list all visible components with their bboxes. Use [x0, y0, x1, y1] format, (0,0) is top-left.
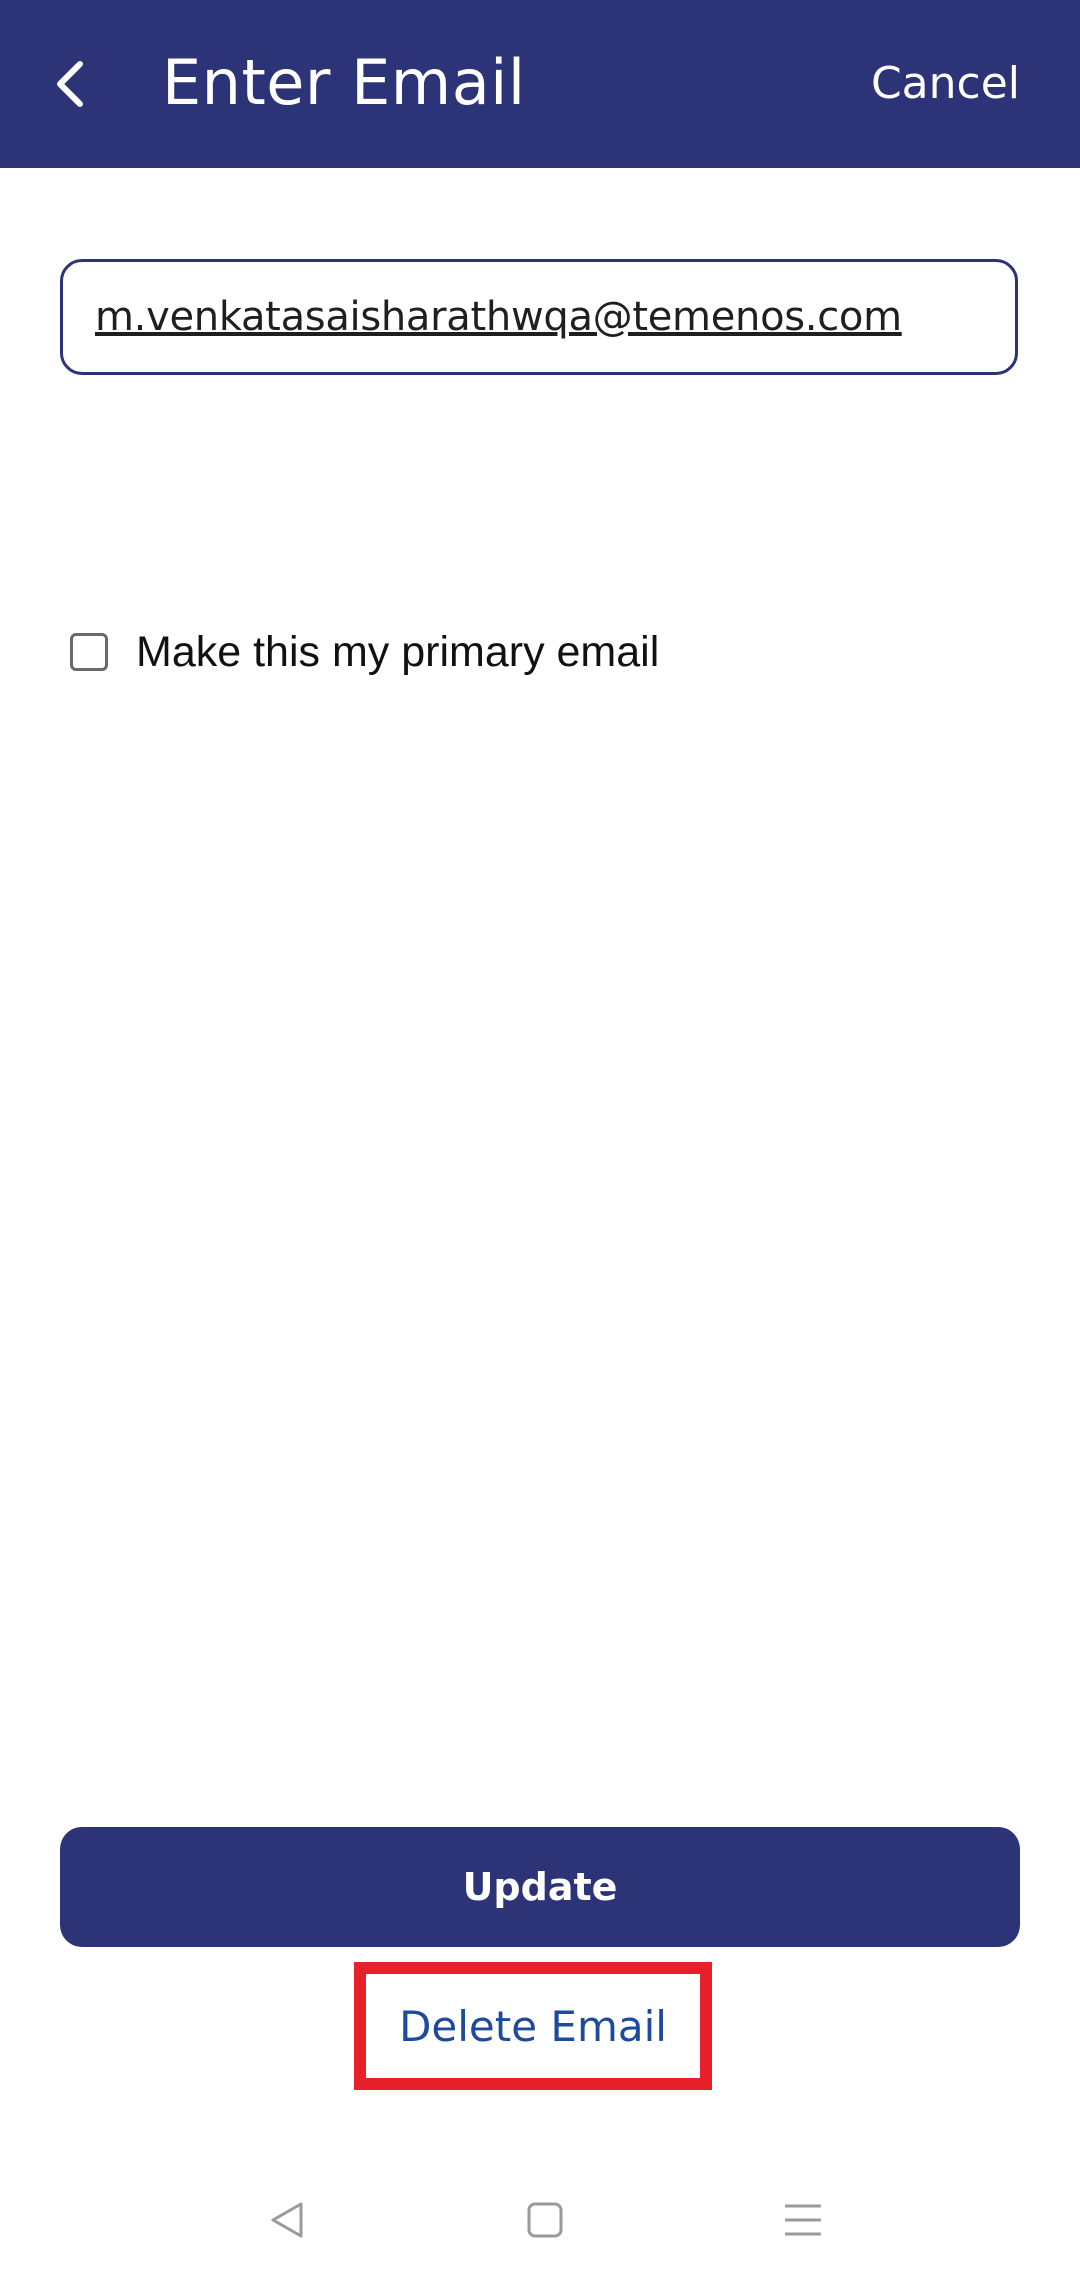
- chevron-left-icon: [57, 61, 83, 107]
- system-menu-button[interactable]: [768, 2190, 838, 2250]
- primary-email-option[interactable]: Make this my primary email: [70, 622, 659, 682]
- update-button[interactable]: Update: [60, 1827, 1020, 1947]
- system-back-button[interactable]: [252, 2190, 322, 2250]
- system-navigation-bar: [0, 2170, 1080, 2270]
- hamburger-menu-icon: [785, 2204, 821, 2236]
- primary-email-checkbox[interactable]: [70, 633, 108, 671]
- back-button[interactable]: [30, 44, 110, 124]
- email-value[interactable]: m.venkatasaisharathwqa@temenos.com: [95, 294, 902, 340]
- app-header: Enter Email Cancel: [0, 0, 1080, 168]
- primary-email-label: Make this my primary email: [136, 627, 660, 676]
- page-title: Enter Email: [162, 46, 526, 119]
- triangle-back-icon: [271, 2202, 303, 2238]
- system-home-button[interactable]: [510, 2190, 580, 2250]
- email-field[interactable]: m.venkatasaisharathwqa@temenos.com: [60, 259, 1018, 375]
- cancel-button[interactable]: Cancel: [871, 44, 1020, 124]
- square-home-icon: [527, 2202, 563, 2238]
- delete-email-button[interactable]: Delete Email: [354, 1962, 712, 2090]
